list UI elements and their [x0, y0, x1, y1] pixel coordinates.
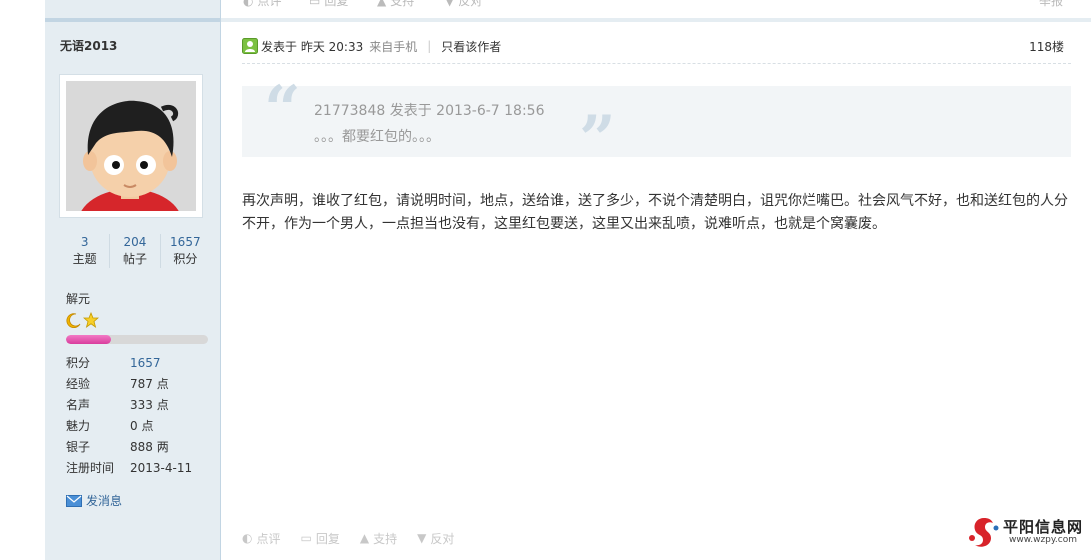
stat-threads-label: 主题	[72, 252, 97, 266]
post-separator	[45, 18, 220, 22]
post-source: 来自手机	[369, 39, 418, 54]
reply-button-prev[interactable]: ▭ 回复	[309, 0, 348, 9]
rank-progress-bar	[66, 335, 208, 344]
header-divider: |	[427, 39, 432, 53]
reply-label: 回复	[324, 0, 349, 8]
avatar-image	[66, 81, 196, 211]
star-icon	[83, 312, 99, 328]
oppose-button-prev[interactable]: ▼ 反对	[445, 0, 482, 9]
rate-button[interactable]: ◐ 点评	[242, 529, 281, 547]
moon-icon	[66, 313, 81, 328]
post-separator	[221, 18, 1091, 22]
thumb-up-icon: ▲	[377, 0, 387, 8]
info-value[interactable]: 1657	[130, 353, 161, 374]
info-key: 注册时间	[66, 461, 115, 475]
info-value: 0 点	[130, 419, 154, 433]
site-logo-icon	[968, 518, 999, 547]
site-watermark: 平阳信息网 www.wzpy.com	[967, 516, 1083, 548]
rate-icon: ◐	[242, 531, 253, 545]
only-author-link[interactable]: 只看该作者	[441, 38, 501, 55]
reply-icon: ▭	[309, 0, 321, 8]
author-stats: 3 主题 204 帖子 1657 积分	[60, 234, 210, 268]
info-row-exp: 经验 787 点	[66, 374, 216, 395]
stat-threads[interactable]: 3 主题	[60, 234, 111, 268]
info-value: 888 两	[130, 440, 169, 454]
info-value: 787 点	[130, 377, 169, 391]
info-row-silver: 银子 888 两	[66, 437, 216, 458]
header-divider-line	[242, 63, 1071, 64]
oppose-button[interactable]: ▼ 反对	[417, 529, 454, 547]
left-gutter	[0, 0, 45, 560]
rank-icons	[66, 312, 99, 328]
info-key: 名声	[66, 398, 91, 412]
info-key: 经验	[66, 377, 91, 391]
quote-body: 。。。都要红包的。。。	[314, 129, 440, 145]
open-quote-icon: “	[264, 72, 301, 147]
info-row-charm: 魅力 0 点	[66, 416, 216, 437]
info-key: 积分	[66, 356, 91, 370]
info-row-fame: 名声 333 点	[66, 395, 216, 416]
thumb-down-icon: ▼	[445, 0, 455, 8]
info-key: 魅力	[66, 419, 91, 433]
online-user-icon	[242, 38, 258, 54]
thumb-up-icon: ▲	[359, 531, 370, 545]
post-header: 发表于 昨天 20:33 来自手机 | 只看该作者 118楼	[242, 36, 1064, 56]
info-value: 2013-4-11	[130, 461, 193, 475]
stat-points-value[interactable]: 1657	[161, 234, 210, 250]
floor-number[interactable]: 118楼	[1029, 38, 1064, 55]
stat-posts-value[interactable]: 204	[110, 234, 159, 250]
info-row-points: 积分 1657	[66, 353, 216, 374]
author-info: 积分 1657 经验 787 点 名声 333 点 魅力 0 点 银子 888 …	[66, 353, 216, 479]
rate-button-prev[interactable]: ◐ 点评	[243, 0, 282, 9]
author-name[interactable]: 无语2013	[60, 37, 117, 54]
quote-block: “ 21773848 发表于 2013-6-7 18:56 。。。都要红包的。。…	[242, 78, 1071, 172]
send-message-button[interactable]: 发消息	[66, 492, 122, 509]
stat-points-label: 积分	[173, 252, 198, 266]
avatar[interactable]	[60, 75, 202, 217]
reply-label: 回复	[315, 531, 340, 546]
support-label: 支持	[373, 531, 398, 546]
rate-icon: ◐	[243, 0, 254, 8]
envelope-icon	[66, 494, 82, 507]
info-value: 333 点	[130, 398, 169, 412]
author-sidebar: 无语2013 3 主题 204 帖子 1657 积分 解元 积分 1657 经验…	[45, 0, 221, 560]
rate-label: 点评	[257, 0, 282, 8]
support-label: 支持	[390, 0, 415, 8]
watermark-name: 平阳信息网	[1002, 518, 1083, 536]
post-actions: ◐ 点评 ▭ 回复 ▲ 支持 ▼ 反对	[242, 529, 454, 547]
stat-posts-label: 帖子	[122, 252, 147, 266]
close-quote-icon: ”	[579, 102, 616, 177]
previous-post-actions: ◐ 点评 ▭ 回复 ▲ 支持 ▼ 反对 举报	[221, 0, 1091, 10]
reply-button[interactable]: ▭ 回复	[301, 529, 340, 547]
support-button-prev[interactable]: ▲ 支持	[377, 0, 414, 9]
post-main: ◐ 点评 ▭ 回复 ▲ 支持 ▼ 反对 举报 发表于 昨天 20:33 来自手机…	[221, 0, 1091, 560]
post-content: 再次声明，谁收了红包，请说明时间，地点，送给谁，送了多少，不说个清楚明白，诅咒你…	[242, 193, 1068, 232]
info-key: 银子	[66, 440, 91, 454]
thumb-down-icon: ▼	[417, 531, 427, 545]
oppose-label: 反对	[458, 0, 483, 8]
support-button[interactable]: ▲ 支持	[360, 529, 397, 547]
watermark-url: www.wzpy.com	[1008, 535, 1078, 545]
rank-title: 解元	[66, 292, 91, 306]
stat-threads-value[interactable]: 3	[60, 234, 109, 250]
stat-points[interactable]: 1657 积分	[161, 234, 210, 268]
reply-icon: ▭	[300, 531, 312, 545]
stat-posts[interactable]: 204 帖子	[110, 234, 161, 268]
post-time: 发表于 昨天 20:33	[261, 39, 364, 54]
rate-label: 点评	[256, 531, 281, 546]
oppose-label: 反对	[430, 531, 455, 546]
quote-header: 21773848 发表于 2013-6-7 18:56	[314, 103, 545, 119]
rank-progress-fill	[66, 335, 112, 344]
send-message-label: 发消息	[86, 494, 123, 508]
info-row-registered: 注册时间 2013-4-11	[66, 458, 216, 479]
report-button[interactable]: 举报	[1039, 0, 1063, 9]
